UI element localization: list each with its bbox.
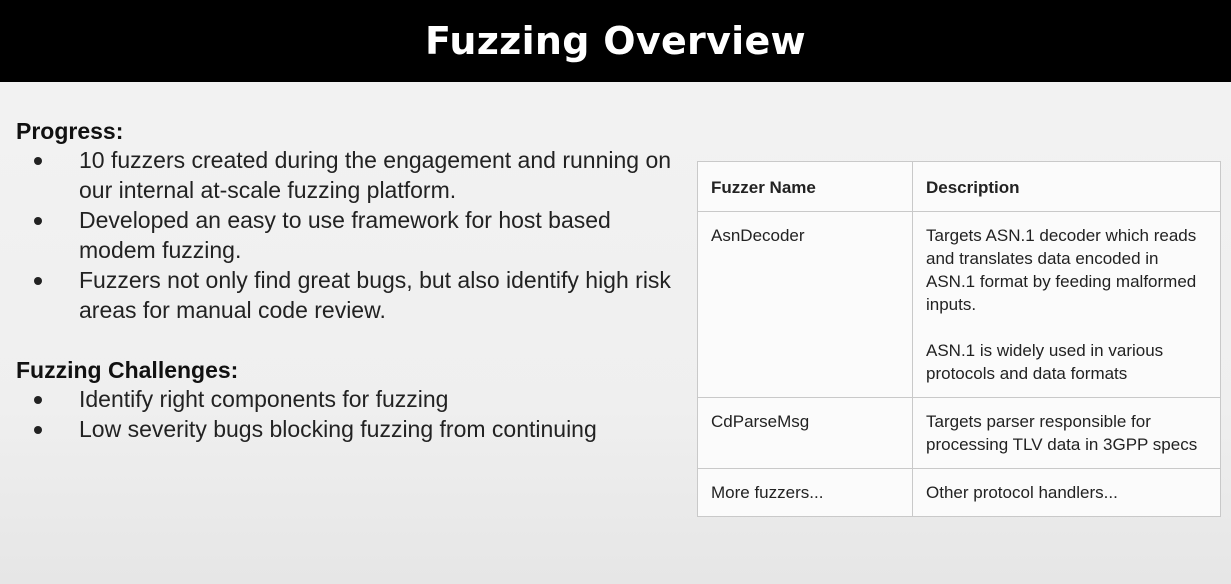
challenges-heading: Fuzzing Challenges: — [16, 357, 239, 383]
bullet-icon — [34, 277, 42, 285]
bullet-icon — [34, 157, 42, 165]
title-bar: Fuzzing Overview — [0, 0, 1231, 82]
bullet-icon — [34, 396, 42, 404]
table-header-row: Fuzzer Name Description — [697, 161, 1221, 212]
description-cell: Targets ASN.1 decoder which reads and tr… — [912, 211, 1221, 398]
bullet-icon — [34, 426, 42, 434]
progress-heading: Progress: — [16, 118, 124, 144]
table-row: AsnDecoder Targets ASN.1 decoder which r… — [697, 211, 1221, 398]
fuzzer-name-cell: More fuzzers... — [697, 468, 913, 517]
description-text: Other protocol handlers... — [926, 483, 1118, 502]
list-item: 10 fuzzers created during the engagement… — [16, 145, 676, 205]
description-text: Targets parser responsible for processin… — [926, 412, 1198, 454]
list-item-text: Low severity bugs blocking fuzzing from … — [79, 416, 597, 442]
description-text: Targets ASN.1 decoder which reads and tr… — [926, 226, 1197, 314]
progress-list: 10 fuzzers created during the engagement… — [16, 145, 676, 325]
left-column: Progress: 10 fuzzers created during the … — [16, 118, 676, 444]
list-item-text: Identify right components for fuzzing — [79, 386, 449, 412]
column-header-description: Description — [912, 161, 1221, 212]
list-item: Developed an easy to use framework for h… — [16, 205, 676, 265]
table-row: CdParseMsg Targets parser responsible fo… — [697, 397, 1221, 469]
fuzzer-name-cell: AsnDecoder — [697, 211, 913, 398]
description-cell: Targets parser responsible for processin… — [912, 397, 1221, 469]
bullet-icon — [34, 217, 42, 225]
list-item-text: 10 fuzzers created during the engagement… — [79, 147, 672, 203]
list-item: Fuzzers not only find great bugs, but al… — [16, 265, 676, 325]
fuzzer-table: Fuzzer Name Description AsnDecoder Targe… — [697, 161, 1221, 517]
challenges-list: Identify right components for fuzzing Lo… — [16, 384, 676, 444]
list-item-text: Developed an easy to use framework for h… — [79, 207, 611, 263]
list-item-text: Fuzzers not only find great bugs, but al… — [79, 267, 671, 323]
fuzzer-name-cell: CdParseMsg — [697, 397, 913, 469]
list-item: Low severity bugs blocking fuzzing from … — [16, 414, 676, 444]
list-item: Identify right components for fuzzing — [16, 384, 676, 414]
column-header-fuzzer-name: Fuzzer Name — [697, 161, 913, 212]
table-row: More fuzzers... Other protocol handlers.… — [697, 468, 1221, 517]
slide-title: Fuzzing Overview — [425, 19, 806, 63]
description-cell: Other protocol handlers... — [912, 468, 1221, 517]
description-text: ASN.1 is widely used in various protocol… — [926, 341, 1164, 383]
